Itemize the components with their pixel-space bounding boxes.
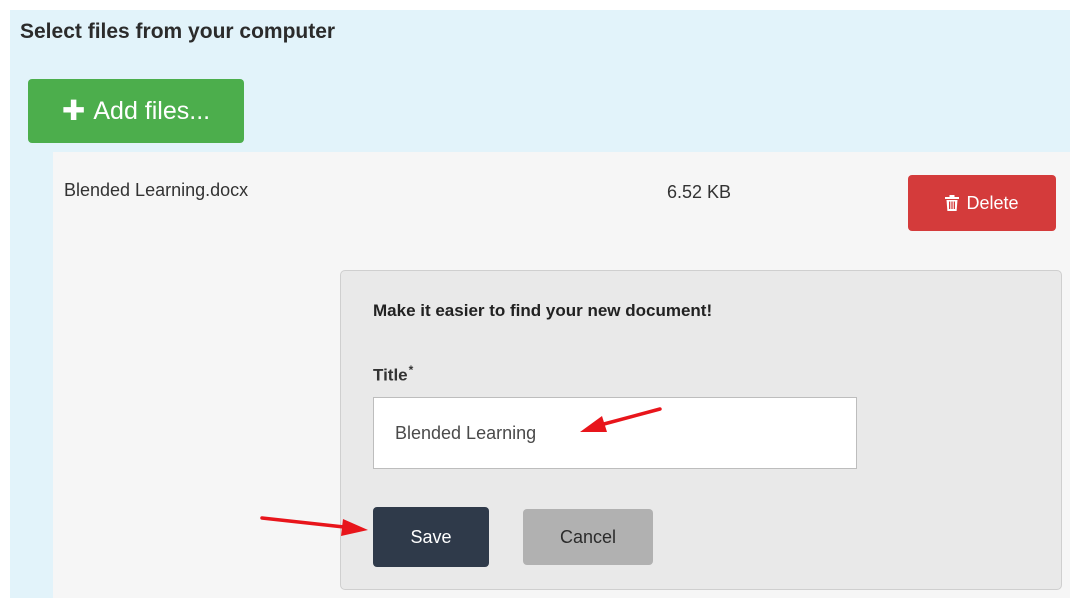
delete-button[interactable]: Delete bbox=[908, 175, 1056, 231]
page: Select files from your computer ✚ Add fi… bbox=[0, 0, 1070, 598]
form-heading: Make it easier to find your new document… bbox=[373, 301, 713, 320]
document-metadata-form: Make it easier to find your new document… bbox=[340, 270, 1062, 590]
plus-icon: ✚ bbox=[61, 95, 86, 126]
save-button[interactable]: Save bbox=[373, 507, 489, 567]
file-size: 6.52 KB bbox=[667, 182, 732, 202]
delete-label: Delete bbox=[966, 192, 1019, 213]
file-name: Blended Learning.docx bbox=[64, 180, 249, 200]
add-files-button[interactable]: ✚ Add files... bbox=[28, 79, 244, 143]
trash-icon bbox=[945, 195, 960, 211]
upload-panel: Select files from your computer ✚ Add fi… bbox=[10, 10, 1070, 598]
title-label-text: Title bbox=[373, 365, 408, 385]
add-files-label: Add files... bbox=[93, 96, 211, 125]
title-field-label: Title* bbox=[373, 363, 413, 386]
title-input[interactable] bbox=[373, 397, 857, 469]
file-row: Blended Learning.docx 6.52 KB Delete Mak… bbox=[53, 152, 1070, 598]
required-marker: * bbox=[408, 363, 414, 377]
cancel-button[interactable]: Cancel bbox=[523, 509, 653, 565]
panel-title: Select files from your computer bbox=[20, 20, 336, 43]
